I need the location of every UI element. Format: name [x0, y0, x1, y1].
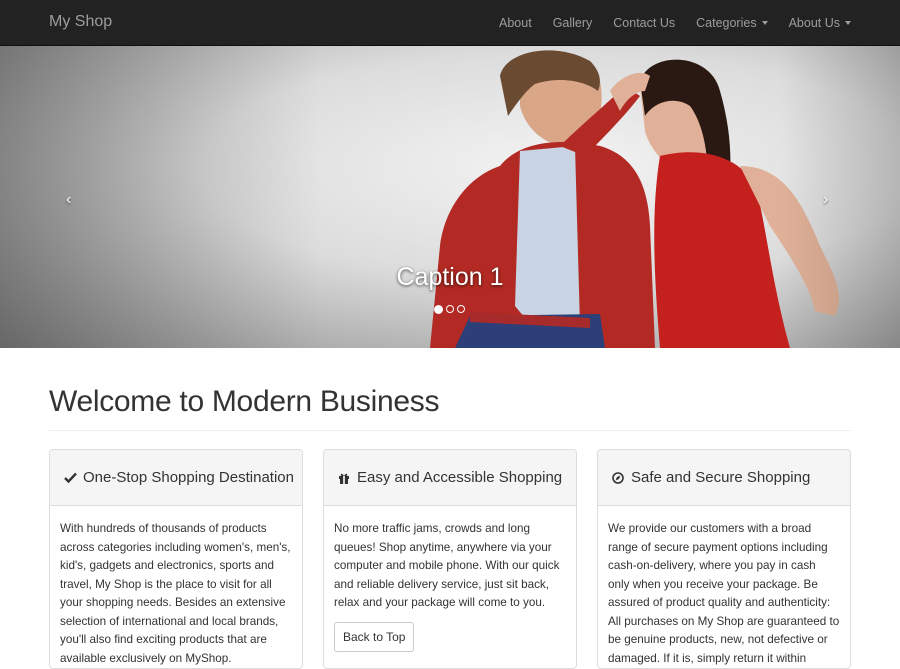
panel-heading: Safe and Secure Shopping: [598, 450, 850, 506]
nav-item-contact-us[interactable]: Contact Us: [613, 16, 675, 30]
page-title: Welcome to Modern Business: [49, 385, 440, 418]
panel-text: With hundreds of thousands of products a…: [60, 522, 291, 665]
nav-item-label: About Us: [788, 16, 840, 30]
nav-item-label: Gallery: [552, 16, 593, 30]
carousel-next-chevron-icon[interactable]: ›: [823, 191, 828, 209]
nav-item-about-us[interactable]: About Us: [789, 16, 851, 30]
nav-item-gallery[interactable]: Gallery: [553, 16, 593, 30]
feature-panel-secure-shopping: Safe and Secure Shopping We provide our …: [597, 449, 851, 669]
nav-item-label: About: [499, 16, 532, 30]
carousel-prev-chevron-icon[interactable]: ‹: [66, 191, 71, 209]
panel-heading: Easy and Accessible Shopping: [324, 450, 576, 506]
carousel-right-shade: [780, 46, 900, 348]
panel-heading: One-Stop Shopping Destination: [50, 450, 302, 506]
caret-down-icon: [845, 21, 851, 25]
panel-text: We provide our customers with a broad ra…: [608, 522, 840, 665]
panel-title: Safe and Secure Shopping: [631, 469, 811, 486]
carousel-indicator-3[interactable]: [457, 305, 465, 313]
carousel-indicator-1[interactable]: [434, 304, 443, 314]
panel-title: One-Stop Shopping Destination: [83, 469, 294, 486]
nav-item-label: Contact Us: [613, 16, 676, 30]
carousel-indicator-2[interactable]: [446, 305, 454, 313]
back-to-top-button[interactable]: Back to Top: [334, 621, 415, 652]
feature-panel-one-stop: One-Stop Shopping Destination With hundr…: [49, 449, 303, 669]
nav-item-label: Categories: [696, 16, 757, 30]
gift-icon: [336, 472, 352, 484]
nav-menu: About Gallery Contact Us Categories Abou…: [478, 0, 851, 46]
panel-body: We provide our customers with a broad ra…: [598, 506, 850, 668]
brand-link[interactable]: My Shop: [49, 13, 112, 31]
feature-panel-easy-shopping: Easy and Accessible Shopping No more tra…: [323, 449, 577, 669]
top-navbar: My Shop About Gallery Contact Us Categor…: [0, 0, 900, 46]
hero-carousel: ‹ › Caption 1: [0, 46, 900, 348]
carousel-caption: Caption 1: [396, 263, 504, 291]
nav-item-about[interactable]: About: [499, 16, 532, 30]
check-icon: [62, 472, 78, 483]
nav-item-categories[interactable]: Categories: [696, 16, 768, 30]
panel-body: No more traffic jams, crowds and long qu…: [324, 506, 576, 652]
caret-down-icon: [761, 21, 768, 25]
panel-body: With hundreds of thousands of products a…: [50, 506, 302, 668]
panel-title: Easy and Accessible Shopping: [357, 469, 563, 486]
compass-icon: [610, 471, 626, 484]
carousel-left-shade: [0, 46, 320, 348]
panel-text: No more traffic jams, crowds and long qu…: [334, 522, 560, 609]
carousel-indicators: [434, 304, 465, 314]
divider: [49, 430, 851, 431]
